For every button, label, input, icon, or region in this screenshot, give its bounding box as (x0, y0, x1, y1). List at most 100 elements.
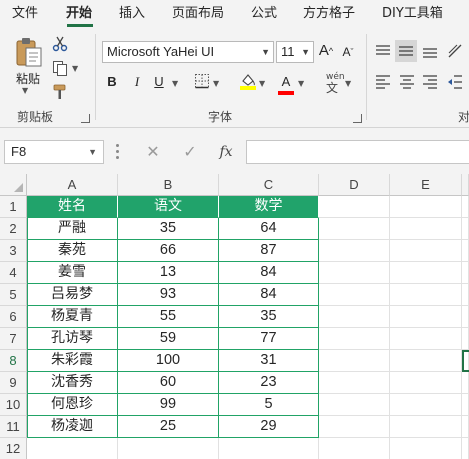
table-cell[interactable]: 沈香秀 (27, 372, 118, 394)
table-cell[interactable]: 84 (219, 284, 319, 306)
borders-icon[interactable] (194, 73, 210, 89)
tab-file[interactable]: 文件 (12, 0, 38, 28)
table-cell[interactable]: 朱彩霞 (27, 350, 118, 372)
empty-cell[interactable] (390, 306, 462, 328)
empty-cell[interactable] (118, 438, 219, 459)
fill-color-icon[interactable] (239, 72, 257, 90)
align-middle-icon[interactable] (395, 40, 417, 62)
decrease-indent-icon[interactable] (446, 73, 464, 91)
row-header[interactable]: 5 (0, 284, 27, 306)
table-cell[interactable]: 姜雪 (27, 262, 118, 284)
formula-input[interactable] (246, 140, 469, 164)
empty-cell[interactable] (319, 350, 390, 372)
empty-cell[interactable] (462, 240, 469, 262)
table-cell[interactable]: 何恩珍 (27, 394, 118, 416)
font-color-button[interactable]: A (279, 71, 293, 93)
table-cell[interactable]: 99 (118, 394, 219, 416)
borders-dropdown-icon[interactable]: ▼ (213, 79, 219, 88)
enter-check-icon[interactable]: ✓ (179, 141, 201, 163)
table-cell[interactable]: 93 (118, 284, 219, 306)
tab-fangfang[interactable]: 方方格子 (303, 0, 355, 28)
table-cell[interactable]: 59 (118, 328, 219, 350)
empty-cell[interactable] (319, 394, 390, 416)
empty-cell[interactable] (462, 218, 469, 240)
table-cell[interactable]: 84 (219, 262, 319, 284)
row-header[interactable]: 8 (0, 350, 27, 372)
empty-cell[interactable] (219, 438, 319, 459)
table-cell[interactable]: 31 (219, 350, 319, 372)
table-cell[interactable]: 35 (118, 218, 219, 240)
tab-formulas[interactable]: 公式 (251, 0, 277, 28)
table-cell[interactable]: 66 (118, 240, 219, 262)
table-cell[interactable]: 23 (219, 372, 319, 394)
table-header-cell[interactable]: 语文 (118, 196, 219, 218)
table-cell[interactable]: 秦苑 (27, 240, 118, 262)
row-header[interactable]: 6 (0, 306, 27, 328)
font-dialog-launcher-icon[interactable] (353, 114, 362, 123)
empty-cell[interactable] (462, 262, 469, 284)
empty-cell[interactable] (390, 372, 462, 394)
table-cell[interactable]: 杨凌迦 (27, 416, 118, 438)
empty-cell[interactable] (319, 306, 390, 328)
row-header[interactable]: 11 (0, 416, 27, 438)
paste-button-label[interactable]: 粘贴 (16, 70, 40, 87)
align-bottom-icon[interactable] (421, 42, 439, 60)
table-cell[interactable]: 60 (118, 372, 219, 394)
empty-cell[interactable] (462, 196, 469, 218)
select-all-button[interactable] (0, 174, 27, 196)
cut-icon[interactable] (52, 36, 68, 52)
column-header-e[interactable]: E (390, 174, 462, 196)
empty-cell[interactable] (390, 218, 462, 240)
insert-function-icon[interactable]: fx (215, 141, 237, 163)
empty-cell[interactable] (462, 438, 469, 459)
shrink-font-button[interactable]: Aˇ (339, 41, 357, 63)
empty-cell[interactable] (462, 394, 469, 416)
clipboard-dialog-launcher-icon[interactable] (81, 114, 90, 123)
name-box[interactable]: F8 ▼ (4, 140, 104, 164)
table-cell[interactable]: 杨夏青 (27, 306, 118, 328)
font-size-select[interactable]: 11 ▼ (276, 41, 314, 63)
table-header-cell[interactable]: 数学 (219, 196, 319, 218)
font-name-select[interactable]: Microsoft YaHei UI ▼ (102, 41, 274, 63)
empty-cell[interactable] (319, 218, 390, 240)
table-cell[interactable]: 吕易梦 (27, 284, 118, 306)
table-header-cell[interactable]: 姓名 (27, 196, 118, 218)
paste-icon[interactable] (14, 36, 44, 68)
empty-cell[interactable] (390, 262, 462, 284)
table-cell[interactable]: 100 (118, 350, 219, 372)
empty-cell[interactable] (319, 328, 390, 350)
table-cell[interactable]: 64 (219, 218, 319, 240)
font-color-dropdown-icon[interactable]: ▼ (298, 79, 304, 88)
column-header-c[interactable]: C (219, 174, 319, 196)
underline-button[interactable]: U (151, 71, 167, 93)
row-header[interactable]: 1 (0, 196, 27, 218)
empty-cell[interactable] (319, 438, 390, 459)
align-right-icon[interactable] (421, 73, 439, 91)
tab-page-layout[interactable]: 页面布局 (172, 0, 224, 28)
fill-color-dropdown-icon[interactable]: ▼ (259, 79, 265, 88)
row-header[interactable]: 4 (0, 262, 27, 284)
empty-cell[interactable] (319, 284, 390, 306)
column-header-d[interactable]: D (319, 174, 390, 196)
table-cell[interactable]: 25 (118, 416, 219, 438)
empty-cell[interactable] (27, 438, 118, 459)
empty-cell[interactable] (462, 372, 469, 394)
empty-cell[interactable] (390, 328, 462, 350)
copy-dropdown-icon[interactable]: ▼ (72, 64, 78, 73)
empty-cell[interactable] (390, 394, 462, 416)
italic-button[interactable]: I (129, 71, 145, 93)
phonetic-dropdown-icon[interactable]: ▼ (345, 79, 351, 88)
table-cell[interactable]: 35 (219, 306, 319, 328)
empty-cell[interactable] (319, 372, 390, 394)
empty-cell[interactable] (319, 262, 390, 284)
cancel-icon[interactable]: ✕ (142, 141, 164, 163)
table-cell[interactable]: 孔访琴 (27, 328, 118, 350)
tab-diy-toolbox[interactable]: DIY工具箱 (382, 0, 443, 28)
table-cell[interactable]: 77 (219, 328, 319, 350)
empty-cell[interactable] (390, 284, 462, 306)
table-cell[interactable]: 29 (219, 416, 319, 438)
row-header[interactable]: 7 (0, 328, 27, 350)
table-cell[interactable]: 5 (219, 394, 319, 416)
empty-cell[interactable] (462, 306, 469, 328)
empty-cell[interactable] (319, 416, 390, 438)
